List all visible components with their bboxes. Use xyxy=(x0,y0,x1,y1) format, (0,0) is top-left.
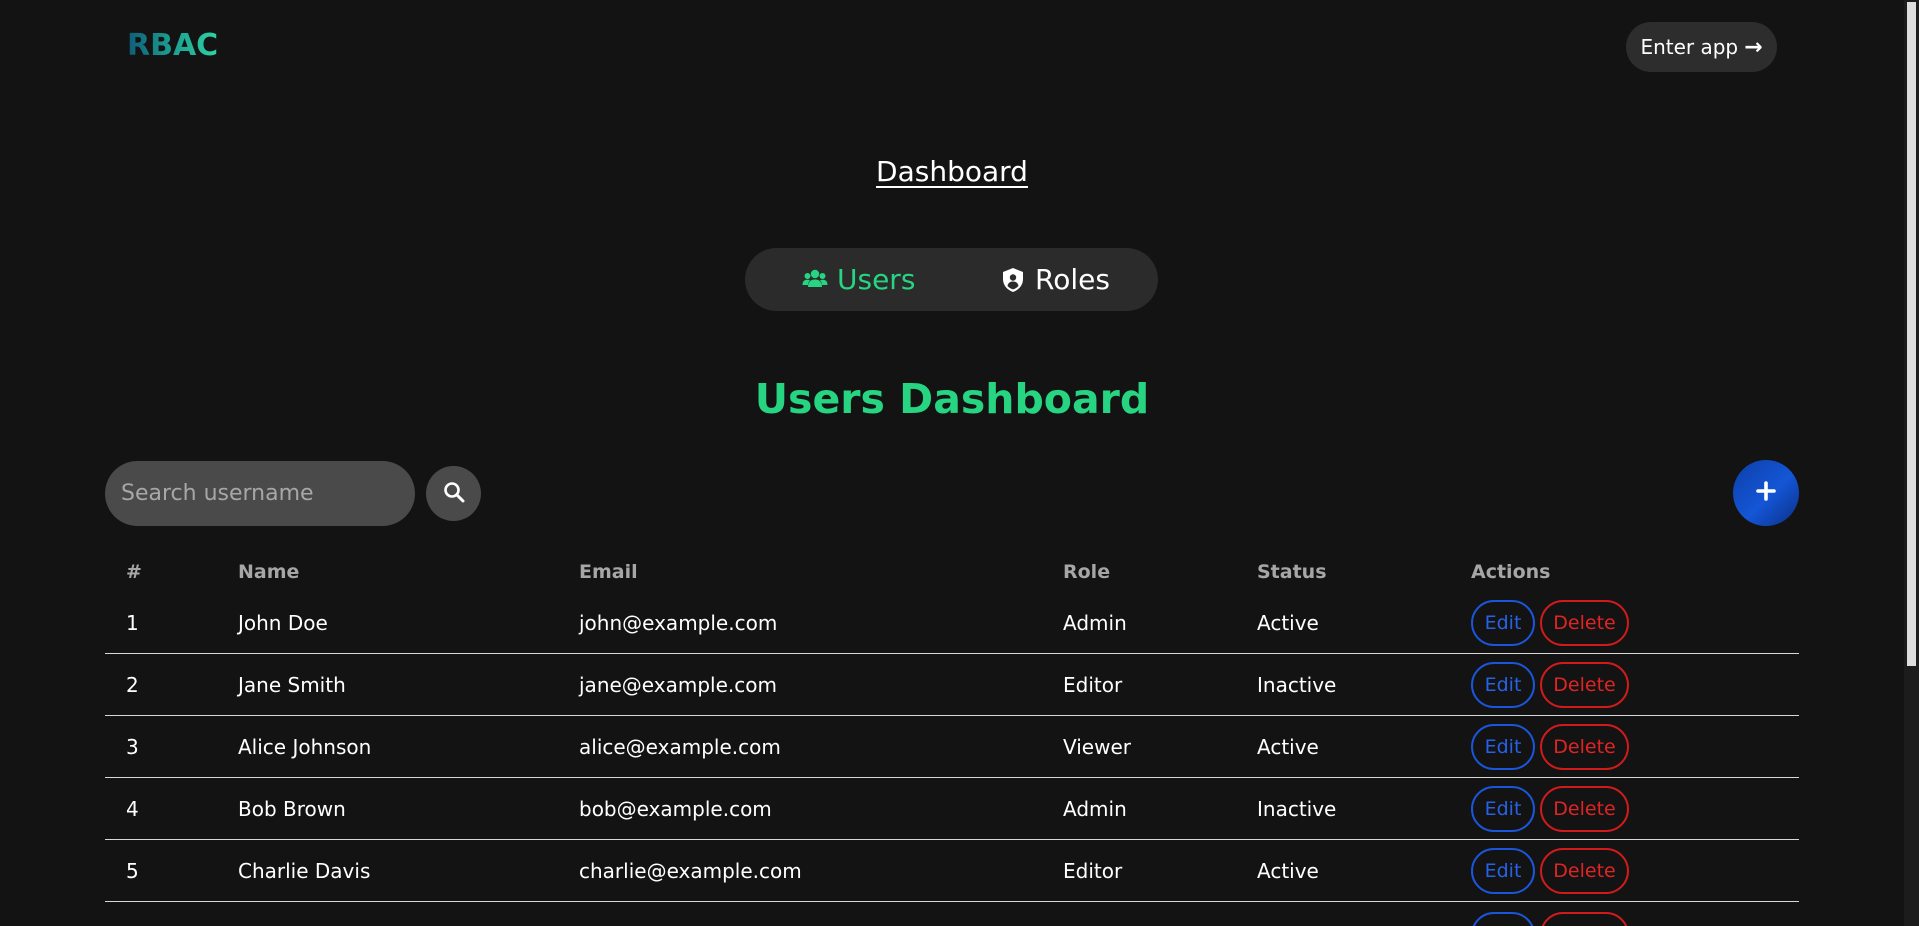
row-name: Charlie Davis xyxy=(238,858,371,883)
logo[interactable]: RBAC xyxy=(127,28,218,63)
shield-user-icon xyxy=(999,266,1027,294)
table-row: 2 Jane Smith jane@example.com Editor Ina… xyxy=(105,654,1799,716)
users-icon xyxy=(801,266,829,294)
row-number: 2 xyxy=(126,672,139,697)
table-row-partial: Edit Delete xyxy=(105,902,1799,926)
row-email: alice@example.com xyxy=(579,734,781,759)
row-actions: Edit Delete xyxy=(1471,592,1629,653)
row-role: Admin xyxy=(1063,796,1127,821)
row-actions-partial: Edit Delete xyxy=(1471,902,1629,926)
row-name: Bob Brown xyxy=(238,796,346,821)
tab-roles[interactable]: Roles xyxy=(999,263,1110,296)
tab-switcher: Users Roles xyxy=(745,248,1158,311)
add-user-button[interactable] xyxy=(1733,460,1799,526)
row-email: bob@example.com xyxy=(579,796,772,821)
edit-button[interactable]: Edit xyxy=(1471,599,1535,646)
column-header-role: Role xyxy=(1063,561,1111,583)
enter-app-label: Enter app xyxy=(1640,35,1739,59)
row-actions: Edit Delete xyxy=(1471,840,1629,901)
row-role: Viewer xyxy=(1063,734,1131,759)
table-row: 3 Alice Johnson alice@example.com Viewer… xyxy=(105,716,1799,778)
edit-button[interactable]: Edit xyxy=(1471,661,1535,708)
column-header-name: Name xyxy=(238,561,300,583)
table-row: 1 John Doe john@example.com Admin Active… xyxy=(105,592,1799,654)
column-header-actions: Actions xyxy=(1471,561,1551,583)
row-name: John Doe xyxy=(238,610,328,635)
delete-button[interactable]: Delete xyxy=(1540,847,1629,894)
scrollbar[interactable] xyxy=(1904,0,1919,926)
page: RBAC Enter app → Dashboard Users Roles U… xyxy=(0,0,1919,926)
plus-icon xyxy=(1754,479,1778,507)
search-button[interactable] xyxy=(426,466,481,521)
column-header-number: # xyxy=(126,561,142,583)
row-actions: Edit Delete xyxy=(1471,654,1629,715)
row-email: john@example.com xyxy=(579,610,778,635)
row-number: 1 xyxy=(126,610,139,635)
users-table: # Name Email Role Status Actions 1 John … xyxy=(105,552,1799,926)
enter-app-button[interactable]: Enter app → xyxy=(1626,22,1777,72)
row-status: Active xyxy=(1257,858,1319,883)
row-role: Editor xyxy=(1063,672,1123,697)
delete-button[interactable]: Delete xyxy=(1540,599,1629,646)
table-row: 5 Charlie Davis charlie@example.com Edit… xyxy=(105,840,1799,902)
row-status: Active xyxy=(1257,734,1319,759)
page-title: Users Dashboard xyxy=(754,375,1150,423)
row-number: 5 xyxy=(126,858,139,883)
row-email: jane@example.com xyxy=(579,672,777,697)
scrollbar-thumb[interactable] xyxy=(1907,2,1916,666)
delete-button[interactable]: Delete xyxy=(1540,661,1629,708)
table-header-row: # Name Email Role Status Actions xyxy=(105,552,1799,592)
dashboard-link[interactable]: Dashboard xyxy=(0,155,1904,188)
column-header-status: Status xyxy=(1257,561,1327,583)
tab-users-label: Users xyxy=(837,263,916,296)
tab-roles-label: Roles xyxy=(1035,263,1110,296)
edit-button[interactable]: Edit xyxy=(1471,912,1535,926)
delete-button[interactable]: Delete xyxy=(1540,785,1629,832)
row-role: Admin xyxy=(1063,610,1127,635)
edit-button[interactable]: Edit xyxy=(1471,723,1535,770)
edit-button[interactable]: Edit xyxy=(1471,785,1535,832)
row-actions: Edit Delete xyxy=(1471,778,1629,839)
delete-button[interactable]: Delete xyxy=(1540,912,1629,926)
row-status: Inactive xyxy=(1257,796,1337,821)
row-number: 3 xyxy=(126,734,139,759)
row-status: Inactive xyxy=(1257,672,1337,697)
edit-button[interactable]: Edit xyxy=(1471,847,1535,894)
row-email: charlie@example.com xyxy=(579,858,802,883)
delete-button[interactable]: Delete xyxy=(1540,723,1629,770)
row-status: Active xyxy=(1257,610,1319,635)
dashboard-link-label: Dashboard xyxy=(876,155,1028,188)
row-number: 4 xyxy=(126,796,139,821)
row-name: Alice Johnson xyxy=(238,734,372,759)
search-icon xyxy=(442,480,466,508)
row-name: Jane Smith xyxy=(238,672,346,697)
table-row: 4 Bob Brown bob@example.com Admin Inacti… xyxy=(105,778,1799,840)
search-input[interactable] xyxy=(105,461,415,526)
column-header-email: Email xyxy=(579,561,638,583)
arrow-right-icon: → xyxy=(1744,34,1763,60)
row-actions: Edit Delete xyxy=(1471,716,1629,777)
row-role: Editor xyxy=(1063,858,1123,883)
tab-users[interactable]: Users xyxy=(801,263,915,296)
